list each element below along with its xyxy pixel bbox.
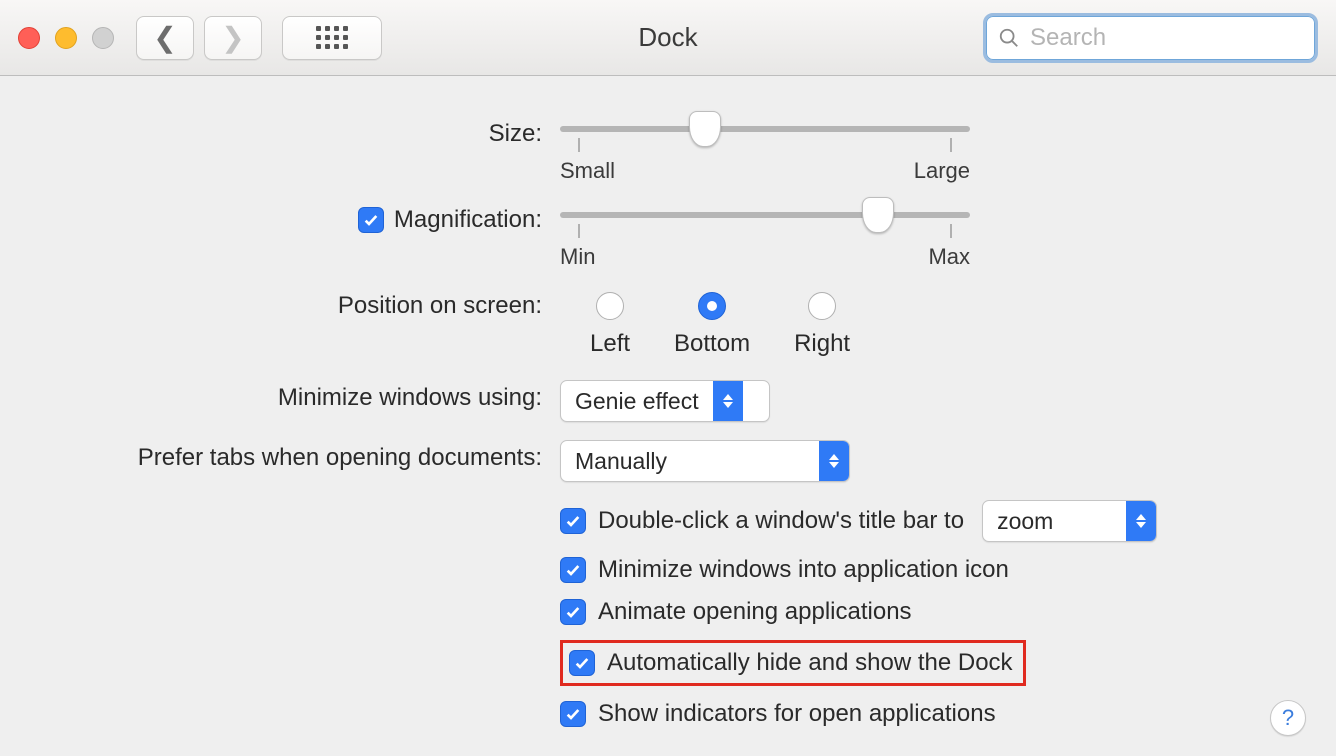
minimize-window-button[interactable] (55, 27, 77, 49)
magnification-row: Magnification: Min Max (40, 202, 1296, 262)
minimize-using-label: Minimize windows using: (40, 380, 560, 412)
size-min-label: Small (560, 158, 615, 184)
position-bottom-label: Bottom (674, 330, 750, 358)
minimize-into-app-text: Minimize windows into application icon (598, 556, 1009, 584)
position-left-label: Left (590, 330, 630, 358)
preferences-content: Size: Small Large Magnification: (0, 76, 1336, 756)
auto-hide-checkbox[interactable] (569, 650, 595, 676)
position-radio-group: Left Bottom Right (590, 292, 1296, 358)
minimize-into-app-row: Minimize windows into application icon (560, 556, 1296, 584)
size-max-label: Large (914, 158, 970, 184)
updown-icon (1126, 501, 1156, 541)
prefer-tabs-label: Prefer tabs when opening documents: (40, 440, 560, 472)
minimize-using-row: Minimize windows using: Genie effect (40, 380, 1296, 422)
doubleclick-text: Double-click a window's title bar to (598, 507, 964, 535)
search-icon (998, 27, 1020, 49)
nav-buttons: ❮ ❯ (136, 16, 382, 60)
auto-hide-row: Automatically hide and show the Dock (560, 640, 1026, 686)
position-right-label: Right (794, 330, 850, 358)
titlebar: ❮ ❯ Dock (0, 0, 1336, 76)
window-controls (18, 27, 114, 49)
magnification-slider[interactable]: Min Max (560, 202, 970, 262)
position-bottom-radio[interactable] (698, 292, 726, 320)
minimize-into-app-checkbox[interactable] (560, 557, 586, 583)
zoom-window-button[interactable] (92, 27, 114, 49)
search-input[interactable] (1028, 23, 1336, 53)
position-right-radio[interactable] (808, 292, 836, 320)
forward-button[interactable]: ❯ (204, 16, 262, 60)
show-indicators-text: Show indicators for open applications (598, 700, 996, 728)
size-slider[interactable]: Small Large (560, 116, 970, 176)
close-window-button[interactable] (18, 27, 40, 49)
magnification-checkbox[interactable] (358, 207, 384, 233)
minimize-using-select[interactable]: Genie effect (560, 380, 770, 422)
show-all-button[interactable] (282, 16, 382, 60)
position-label: Position on screen: (40, 288, 560, 320)
show-indicators-row: Show indicators for open applications (560, 700, 1296, 728)
prefer-tabs-select[interactable]: Manually (560, 440, 850, 482)
size-row: Size: Small Large (40, 116, 1296, 176)
magnification-max-label: Max (928, 244, 970, 270)
magnification-min-label: Min (560, 244, 595, 270)
prefer-tabs-value: Manually (561, 448, 819, 475)
back-button[interactable]: ❮ (136, 16, 194, 60)
help-icon: ? (1282, 705, 1294, 731)
updown-icon (819, 441, 849, 481)
prefer-tabs-row: Prefer tabs when opening documents: Manu… (40, 440, 1296, 482)
doubleclick-select[interactable]: zoom (982, 500, 1157, 542)
doubleclick-value: zoom (983, 508, 1126, 535)
show-indicators-checkbox[interactable] (560, 701, 586, 727)
search-field[interactable] (983, 13, 1318, 63)
animate-opening-row: Animate opening applications (560, 598, 1296, 626)
doubleclick-checkbox[interactable] (560, 508, 586, 534)
help-button[interactable]: ? (1270, 700, 1306, 736)
size-label: Size: (40, 116, 560, 148)
chevron-right-icon: ❯ (221, 24, 244, 52)
magnification-label: Magnification: (394, 206, 542, 234)
animate-opening-text: Animate opening applications (598, 598, 912, 626)
doubleclick-row: Double-click a window's title bar to zoo… (560, 500, 1296, 542)
updown-icon (713, 381, 743, 421)
grid-icon (316, 26, 348, 49)
chevron-left-icon: ❮ (153, 24, 176, 52)
position-left-radio[interactable] (596, 292, 624, 320)
minimize-using-value: Genie effect (561, 388, 713, 415)
animate-opening-checkbox[interactable] (560, 599, 586, 625)
auto-hide-text: Automatically hide and show the Dock (607, 649, 1013, 677)
position-row: Position on screen: Left Bottom Right (40, 288, 1296, 358)
checkbox-section: Double-click a window's title bar to zoo… (40, 500, 1296, 742)
